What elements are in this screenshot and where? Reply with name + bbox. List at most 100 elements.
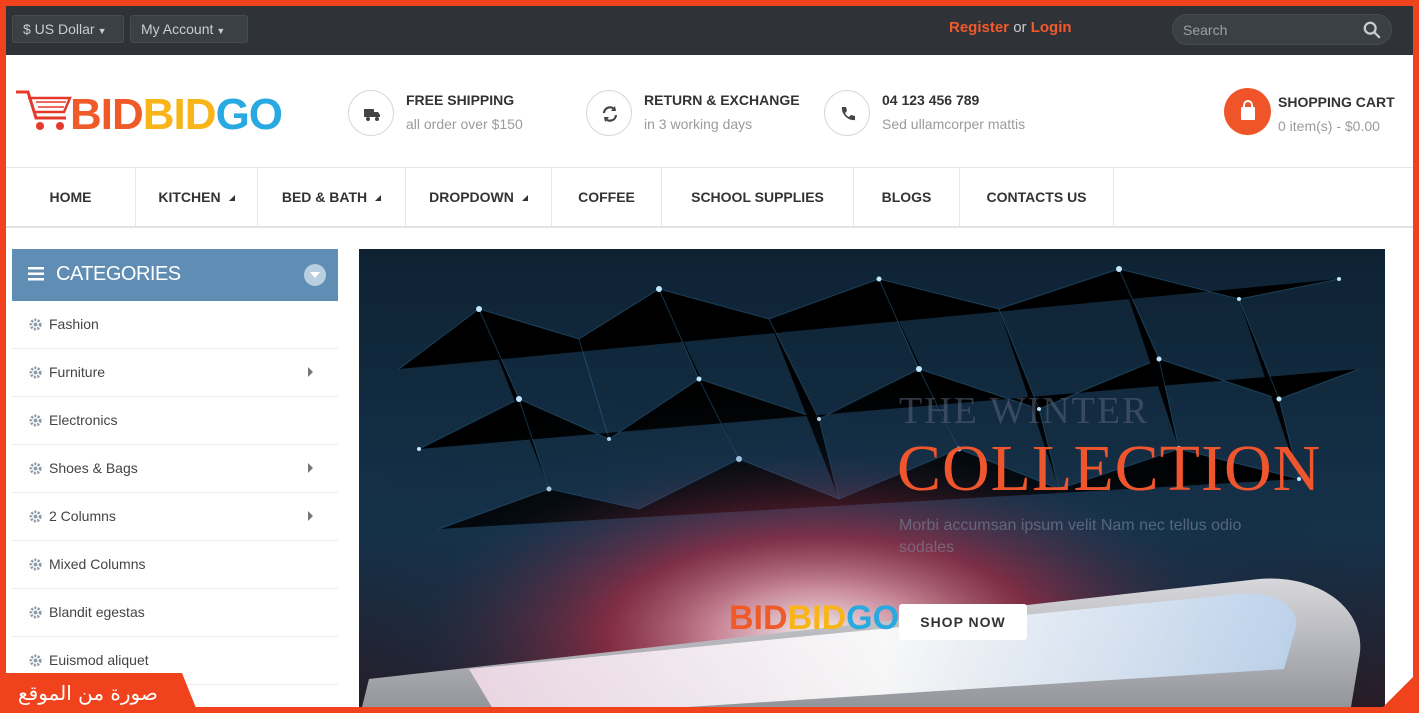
category-label: Shoes & Bags xyxy=(49,460,138,476)
account-label: My Account xyxy=(141,21,214,37)
gear-icon xyxy=(29,558,42,571)
feature-free-shipping: FREE SHIPPING all order over $150 xyxy=(348,88,568,138)
watermark-text: صورة من الموقع xyxy=(18,681,158,705)
feature-title: RETURN & EXCHANGE xyxy=(644,92,800,108)
nav-label: HOME xyxy=(49,189,92,205)
banner-title: COLLECTION xyxy=(897,432,1322,505)
account-dropdown[interactable]: My Account ▼ xyxy=(130,15,248,43)
logo-part-2: BID xyxy=(142,90,217,139)
nav-label: DROPDOWN xyxy=(429,189,514,205)
category-label: Furniture xyxy=(49,364,106,380)
category-item-blandit-egestas[interactable]: Blandit egestas xyxy=(12,589,338,637)
banner-kicker: THE WINTER xyxy=(899,390,1150,432)
chevron-right-icon xyxy=(308,511,313,521)
nav-label: KITCHEN xyxy=(158,189,221,205)
category-label: Fashion xyxy=(49,316,99,332)
banner-logo-part-1: BID xyxy=(729,599,788,637)
nav-item-coffee[interactable]: COFFEE xyxy=(552,168,662,227)
nav-item-school-supplies[interactable]: SCHOOL SUPPLIES xyxy=(662,168,854,227)
search-icon[interactable] xyxy=(1363,21,1381,39)
login-link[interactable]: Login xyxy=(1031,19,1072,36)
hero-banner: THE WINTER COLLECTION Morbi accumsan ips… xyxy=(359,249,1385,707)
category-label: Mixed Columns xyxy=(49,556,146,572)
gear-icon xyxy=(29,510,42,523)
feature-phone: 04 123 456 789 Sed ullamcorper mattis xyxy=(824,88,1064,138)
category-item-mixed-columns[interactable]: Mixed Columns xyxy=(12,541,338,589)
gear-icon xyxy=(29,462,42,475)
caret-down-icon: ▼ xyxy=(216,26,226,36)
chevron-down-icon[interactable] xyxy=(304,264,326,286)
banner-logo-part-2: BID xyxy=(787,599,847,637)
nav-label: BLOGS xyxy=(881,189,932,205)
search-input[interactable] xyxy=(1183,20,1353,40)
nav-item-contacts[interactable]: CONTACTS US xyxy=(960,168,1114,227)
main-nav: HOME KITCHEN BED & BATH DROPDOWN COFFEE … xyxy=(6,167,1413,228)
nav-item-blogs[interactable]: BLOGS xyxy=(854,168,960,227)
register-link[interactable]: Register xyxy=(949,19,1009,36)
feature-return-exchange: RETURN & EXCHANGE in 3 working days xyxy=(586,88,816,138)
truck-icon xyxy=(348,90,394,136)
feature-title: 04 123 456 789 xyxy=(882,92,980,108)
category-label: Euismod aliquet xyxy=(49,652,149,668)
nav-label: SCHOOL SUPPLIES xyxy=(691,189,824,205)
nav-label: CONTACTS US xyxy=(986,189,1087,205)
banner-logo: BIDBIDGO xyxy=(729,599,899,638)
shopping-cart[interactable]: SHOPPING CART 0 item(s) - $0.00 xyxy=(1224,88,1404,138)
nav-item-bed-bath[interactable]: BED & BATH xyxy=(258,168,406,227)
gear-icon xyxy=(29,318,42,331)
or-text: or xyxy=(1013,19,1027,36)
gear-icon xyxy=(29,606,42,619)
category-item-2-columns[interactable]: 2 Columns xyxy=(12,493,338,541)
gear-icon xyxy=(29,654,42,667)
feature-subtitle: in 3 working days xyxy=(644,116,753,132)
feature-subtitle: all order over $150 xyxy=(406,116,523,132)
search-box xyxy=(1172,14,1392,45)
nav-label: BED & BATH xyxy=(281,189,368,205)
category-label: Blandit egestas xyxy=(49,604,145,620)
logo-cart-icon xyxy=(16,90,72,130)
dropdown-arrow-icon xyxy=(228,195,235,202)
banner-logo-part-3: GO xyxy=(846,599,900,637)
chevron-right-icon xyxy=(308,463,313,473)
top-bar: $ US Dollar ▼ My Account ▼ Register or Log… xyxy=(6,6,1413,55)
category-item-shoes-bags[interactable]: Shoes & Bags xyxy=(12,445,338,493)
logo-text: BIDBIDGO xyxy=(70,90,283,140)
logo-part-3: GO xyxy=(215,90,283,139)
dropdown-arrow-icon xyxy=(521,195,528,202)
nav-label: COFFEE xyxy=(578,189,635,205)
banner-text: Morbi accumsan ipsum velit Nam nec tellu… xyxy=(899,517,1242,556)
nav-item-dropdown[interactable]: DROPDOWN xyxy=(406,168,552,227)
site-logo[interactable]: BIDBIDGO xyxy=(14,82,284,142)
logo-part-1: BID xyxy=(70,90,144,139)
cart-title: SHOPPING CART xyxy=(1278,94,1395,110)
feature-subtitle: Sed ullamcorper mattis xyxy=(882,116,1026,132)
category-item-electronics[interactable]: Electronics xyxy=(12,397,338,445)
cart-summary: 0 item(s) - $0.00 xyxy=(1278,118,1380,134)
category-list: Fashion Furniture Electronics Shoes & Ba… xyxy=(12,301,338,685)
phone-icon xyxy=(824,90,870,136)
watermark: صورة من الموقع xyxy=(0,673,198,713)
auth-links: Register or Login xyxy=(949,19,1072,36)
bag-icon xyxy=(1224,88,1271,135)
shop-now-button[interactable]: SHOP NOW xyxy=(899,604,1027,640)
category-label: Electronics xyxy=(49,412,118,428)
currency-label: $ US Dollar xyxy=(23,21,95,37)
nav-item-kitchen[interactable]: KITCHEN xyxy=(136,168,258,227)
refresh-icon xyxy=(586,90,632,136)
gear-icon xyxy=(29,414,42,427)
currency-dropdown[interactable]: $ US Dollar ▼ xyxy=(12,15,124,43)
gear-icon xyxy=(29,366,42,379)
chevron-right-icon xyxy=(308,367,313,377)
menu-icon xyxy=(28,267,44,281)
categories-title: CATEGORIES xyxy=(56,263,181,285)
categories-sidebar: CATEGORIES Fashion Furniture Electronics xyxy=(12,249,338,707)
dropdown-arrow-icon xyxy=(375,195,382,202)
corner-decoration xyxy=(1383,677,1413,707)
category-item-furniture[interactable]: Furniture xyxy=(12,349,338,397)
caret-down-icon: ▼ xyxy=(97,26,107,36)
nav-item-home[interactable]: HOME xyxy=(6,168,136,227)
site-header: BIDBIDGO FREE SHIPPING all order over $1… xyxy=(6,55,1413,167)
category-item-fashion[interactable]: Fashion xyxy=(12,301,338,349)
page-frame: $ US Dollar ▼ My Account ▼ Register or Log… xyxy=(0,0,1419,713)
categories-header[interactable]: CATEGORIES xyxy=(12,249,338,301)
